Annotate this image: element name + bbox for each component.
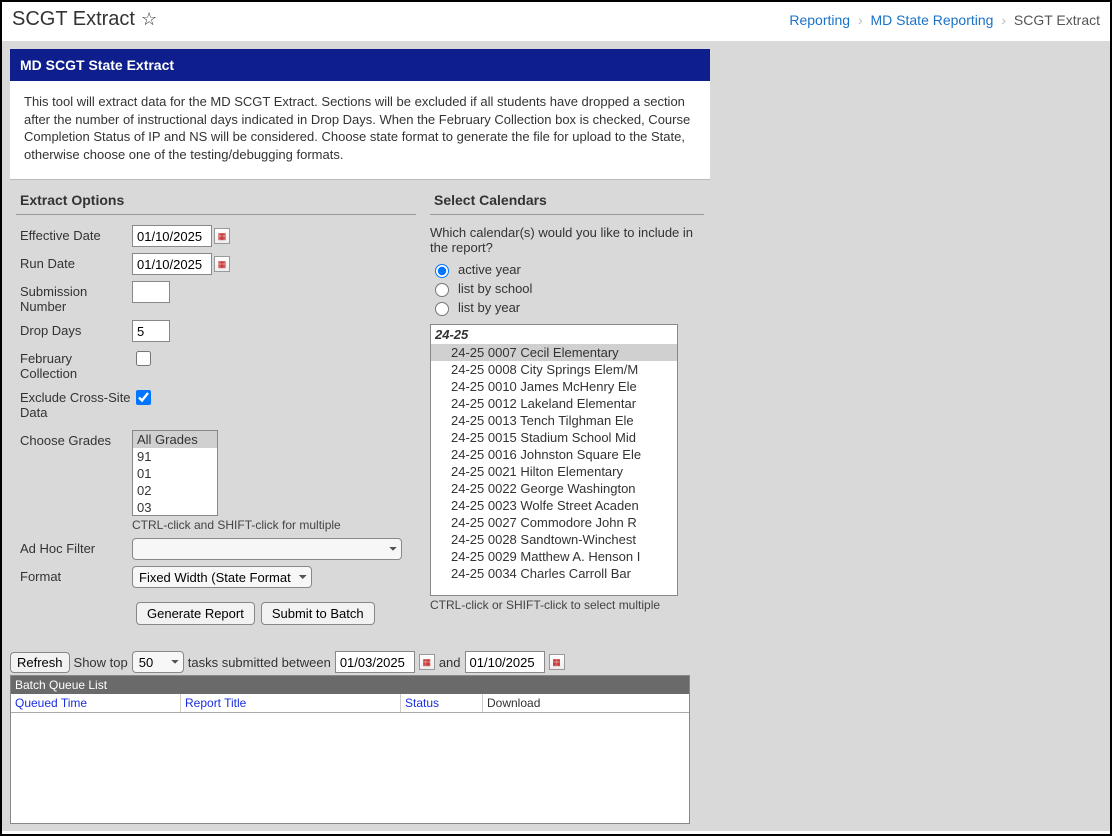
calendar-item[interactable]: 24-25 0034 Charles Carroll Bar [431, 565, 677, 582]
page-title-text: SCGT Extract [12, 8, 135, 31]
format-select[interactable]: Fixed Width (State Format) [132, 566, 312, 588]
calendar-item[interactable]: 24-25 0012 Lakeland Elementar [431, 395, 677, 412]
calendar-icon[interactable]: ▦ [214, 228, 230, 244]
list-by-year-label: list by year [458, 300, 520, 315]
calendar-item[interactable]: 24-25 0029 Matthew A. Henson I [431, 548, 677, 565]
calendar-item[interactable]: 24-25 0013 Tench Tilghman Ele [431, 412, 677, 429]
choose-grades-label: Choose Grades [16, 430, 132, 448]
calendar-item[interactable]: 24-25 0027 Commodore John R [431, 514, 677, 531]
calendar-item[interactable]: 24-25 0023 Wolfe Street Acaden [431, 497, 677, 514]
list-by-school-label: list by school [458, 281, 532, 296]
grade-option[interactable]: 91 [133, 448, 217, 465]
and-label: and [439, 655, 461, 670]
calendar-icon[interactable]: ▦ [419, 654, 435, 670]
grade-option[interactable]: 02 [133, 482, 217, 499]
show-top-label: Show top [74, 655, 128, 670]
refresh-button[interactable]: Refresh [10, 652, 70, 673]
page-title: SCGT Extract ☆ [12, 8, 157, 31]
col-queued-time[interactable]: Queued Time [11, 694, 181, 712]
calendar-item[interactable]: 24-25 0028 Sandtown-Winchest [431, 531, 677, 548]
active-year-radio[interactable] [435, 264, 449, 278]
grade-option[interactable]: All Grades [133, 431, 217, 448]
col-download: Download [483, 694, 689, 712]
calendar-item[interactable]: 24-25 0010 James McHenry Ele [431, 378, 677, 395]
calendar-item[interactable]: 24-25 0016 Johnston Square Ele [431, 446, 677, 463]
adhoc-filter-label: Ad Hoc Filter [16, 538, 132, 556]
breadcrumb-current: SCGT Extract [1014, 12, 1100, 28]
grade-option[interactable]: 03 [133, 499, 217, 516]
calendar-question: Which calendar(s) would you like to incl… [430, 225, 704, 255]
calendar-item[interactable]: 24-25 0021 Hilton Elementary [431, 463, 677, 480]
drop-days-label: Drop Days [16, 320, 132, 338]
calendar-item[interactable]: 24-25 0022 George Washington [431, 480, 677, 497]
calendar-item[interactable]: 24-25 0007 Cecil Elementary [431, 344, 677, 361]
effective-date-label: Effective Date [16, 225, 132, 243]
breadcrumb: Reporting › MD State Reporting › SCGT Ex… [789, 12, 1100, 28]
col-report-title[interactable]: Report Title [181, 694, 401, 712]
chevron-right-icon: › [1001, 12, 1006, 28]
breadcrumb-md-state[interactable]: MD State Reporting [871, 12, 994, 28]
run-date-label: Run Date [16, 253, 132, 271]
submit-to-batch-button[interactable]: Submit to Batch [261, 602, 375, 625]
batch-queue-title: Batch Queue List [11, 676, 689, 694]
tasks-between-label: tasks submitted between [188, 655, 331, 670]
chevron-right-icon: › [858, 12, 863, 28]
calendar-icon[interactable]: ▦ [549, 654, 565, 670]
batch-queue-table: Batch Queue List Queued Time Report Titl… [10, 675, 690, 824]
col-status[interactable]: Status [401, 694, 483, 712]
queue-date-from-input[interactable] [335, 651, 415, 673]
run-date-input[interactable] [132, 253, 212, 275]
panel-header: MD SCGT State Extract [10, 49, 710, 81]
february-collection-label: February Collection [16, 348, 132, 381]
adhoc-filter-select[interactable] [132, 538, 402, 560]
select-calendars-title: Select Calendars [430, 190, 704, 215]
effective-date-input[interactable] [132, 225, 212, 247]
exclude-cross-site-checkbox[interactable] [136, 390, 151, 405]
breadcrumb-reporting[interactable]: Reporting [789, 12, 850, 28]
february-collection-checkbox[interactable] [136, 351, 151, 366]
calendar-item[interactable]: 24-25 0008 City Springs Elem/M [431, 361, 677, 378]
list-by-school-radio[interactable] [435, 283, 449, 297]
panel-description: This tool will extract data for the MD S… [10, 81, 710, 180]
grade-option[interactable]: 01 [133, 465, 217, 482]
submission-number-label: Submission Number [16, 281, 132, 314]
batch-queue-body [11, 713, 689, 823]
drop-days-input[interactable] [132, 320, 170, 342]
show-top-select[interactable]: 50 [132, 651, 184, 673]
grades-hint: CTRL-click and SHIFT-click for multiple [132, 518, 341, 532]
queue-date-to-input[interactable] [465, 651, 545, 673]
format-label: Format [16, 566, 132, 584]
submission-number-input[interactable] [132, 281, 170, 303]
favorite-star-icon[interactable]: ☆ [141, 9, 157, 30]
generate-report-button[interactable]: Generate Report [136, 602, 255, 625]
calendar-hint: CTRL-click or SHIFT-click to select mult… [430, 598, 704, 612]
calendar-group: 24-25 [431, 325, 677, 344]
calendar-listbox[interactable]: 24-25 24-25 0007 Cecil Elementary 24-25 … [430, 324, 678, 596]
calendar-item[interactable]: 24-25 0015 Stadium School Mid [431, 429, 677, 446]
grades-listbox[interactable]: All Grades 91 01 02 03 [132, 430, 218, 516]
active-year-label: active year [458, 262, 521, 277]
exclude-cross-site-label: Exclude Cross-Site Data [16, 387, 132, 420]
list-by-year-radio[interactable] [435, 302, 449, 316]
extract-options-title: Extract Options [16, 190, 416, 215]
calendar-icon[interactable]: ▦ [214, 256, 230, 272]
